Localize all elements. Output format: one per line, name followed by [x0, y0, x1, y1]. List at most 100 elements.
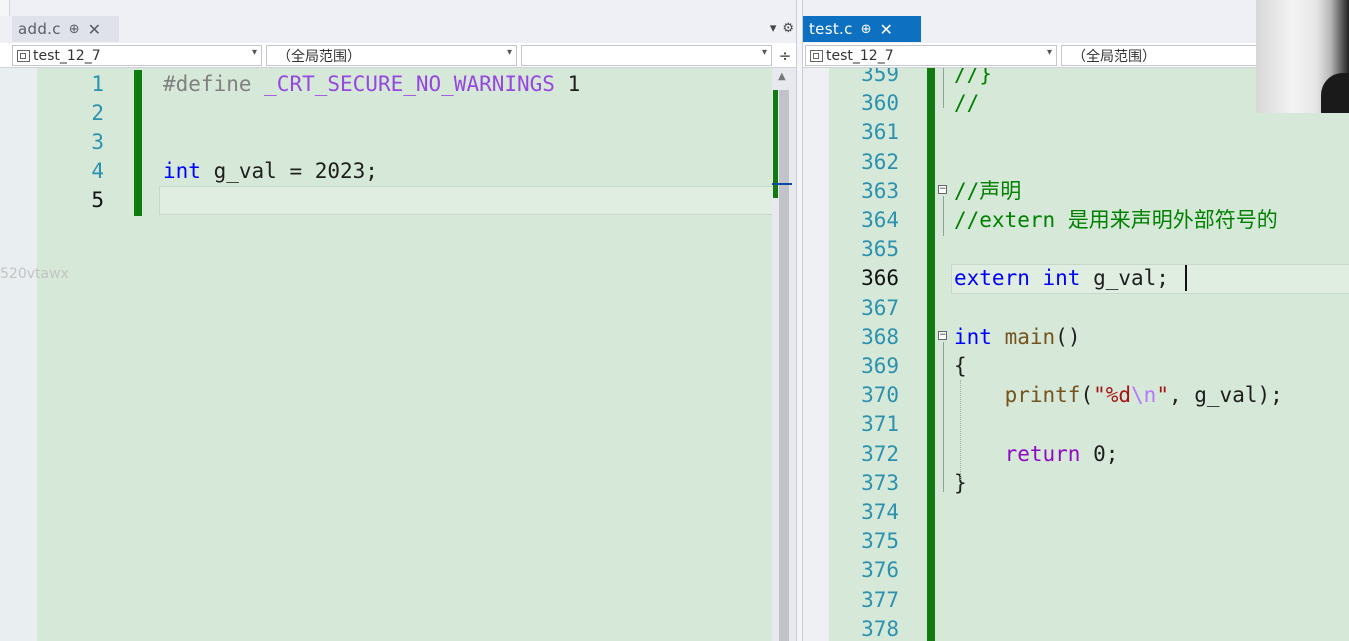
code-token: //: [954, 91, 980, 116]
tab-filename: add.c: [18, 20, 61, 38]
code-line[interactable]: 367: [803, 294, 1349, 323]
code-token: 0;: [1080, 441, 1119, 466]
code-line[interactable]: 4 int g_val = 2023;: [0, 157, 796, 186]
code-line[interactable]: 363 //声明: [803, 177, 1349, 206]
left-code-editor[interactable]: 520vtawx ▲ 1 #define _CRT_SECURE_NO_WARNI…: [0, 68, 796, 641]
code-line[interactable]: 378: [803, 615, 1349, 641]
line-number: 371: [861, 412, 899, 437]
line-number: 374: [861, 500, 899, 524]
code-line[interactable]: 371: [803, 410, 1349, 439]
code-line[interactable]: 366 extern int g_val;: [803, 264, 1349, 293]
project-dropdown[interactable]: test_12_7 ▾: [12, 45, 262, 66]
tab-test-c[interactable]: test.c ⊕ ✕: [803, 16, 921, 42]
scope-dropdown[interactable]: （全局范围） ▾: [266, 45, 517, 66]
code-line[interactable]: 369 {: [803, 352, 1349, 381]
code-token: //}: [954, 68, 992, 86]
member-dropdown[interactable]: ▾: [521, 45, 772, 66]
line-number: 366: [861, 266, 899, 291]
pin-icon[interactable]: ⊕: [861, 22, 872, 37]
line-number: 370: [861, 383, 899, 408]
code-token: _CRT_SECURE_NO_WARNINGS: [264, 72, 555, 96]
close-icon[interactable]: ✕: [880, 20, 893, 39]
code-line[interactable]: 2: [0, 99, 796, 128]
collapse-icon[interactable]: −: [938, 331, 947, 340]
watermark-text: 520vtawx: [0, 266, 69, 282]
line-number: 361: [861, 120, 899, 145]
line-number: 378: [861, 616, 899, 641]
code-text: {: [954, 352, 967, 381]
chevron-down-icon: ▾: [506, 47, 512, 58]
code-line[interactable]: 362: [803, 148, 1349, 177]
fold-guide-line: [943, 68, 945, 108]
line-number: 368: [861, 324, 899, 349]
collapse-icon[interactable]: −: [938, 185, 947, 194]
line-number: 372: [861, 441, 899, 466]
code-line[interactable]: 365: [803, 235, 1349, 264]
code-line[interactable]: 370 printf("%d\n", g_val);: [803, 381, 1349, 410]
code-token: {: [954, 354, 967, 378]
line-number: 376: [861, 558, 899, 583]
code-text: #define _CRT_SECURE_NO_WARNINGS 1: [163, 70, 580, 99]
code-line[interactable]: 361: [803, 118, 1349, 147]
close-icon[interactable]: ✕: [88, 20, 101, 39]
code-token: ": [1156, 383, 1169, 408]
webcam-overlay: [1256, 0, 1349, 113]
code-token: g_val;: [1080, 266, 1169, 291]
right-code-editor[interactable]: 359 //} 360 // 361 362 363 //声明 364 //extern 是用来声…: [803, 68, 1349, 641]
code-line[interactable]: 373}: [803, 469, 1349, 498]
left-tab-bar: add.c ⊕ ✕ ▾ ⚙: [0, 16, 796, 42]
tab-add-c[interactable]: add.c ⊕ ✕: [12, 16, 119, 42]
code-token: g_val = 2023;: [200, 159, 378, 183]
code-text: //声明: [954, 177, 1021, 206]
code-token: //声明: [954, 178, 1022, 203]
code-line[interactable]: 3: [0, 128, 796, 157]
settings-icon[interactable]: ⚙: [782, 21, 794, 36]
line-number: 359: [861, 68, 899, 86]
chevron-down-icon: ▾: [761, 47, 767, 58]
scope-dropdown-label: （全局范围）: [277, 48, 361, 65]
tab-controls: ▾ ⚙: [770, 21, 794, 36]
fold-guide-line: [943, 196, 945, 236]
code-text: extern int g_val;: [954, 264, 1169, 293]
code-text: //}: [954, 68, 992, 89]
change-tracking-bar: [927, 68, 935, 641]
tab-filename: test.c: [809, 20, 853, 38]
code-token: "%d: [1093, 383, 1132, 408]
tab-dropdown-icon[interactable]: ▾: [770, 21, 777, 36]
project-dropdown-label: test_12_7: [826, 47, 894, 64]
project-dropdown[interactable]: test_12_7 ▾: [805, 45, 1057, 66]
code-text: //extern 是用来声明外部符号的: [954, 206, 1278, 235]
code-line[interactable]: 372 return 0;: [803, 440, 1349, 469]
line-number: 362: [861, 149, 899, 174]
code-line[interactable]: 375: [803, 527, 1349, 556]
code-token: int: [954, 324, 992, 349]
chevron-down-icon: ▾: [1046, 47, 1052, 58]
code-text: int g_val = 2023;: [163, 157, 378, 186]
project-dropdown-label: test_12_7: [33, 47, 101, 64]
code-line[interactable]: 5: [0, 186, 796, 215]
code-line[interactable]: 374: [803, 498, 1349, 527]
pane-splitter[interactable]: [796, 0, 803, 641]
line-number: 2: [91, 101, 104, 125]
code-line[interactable]: 376: [803, 556, 1349, 585]
code-token: return: [1004, 441, 1081, 466]
code-line[interactable]: 377: [803, 586, 1349, 615]
code-token: extern: [954, 266, 1030, 291]
code-line[interactable]: 364 //extern 是用来声明外部符号的: [803, 206, 1349, 235]
scope-dropdown-label: （全局范围）: [1072, 48, 1156, 65]
code-text: printf("%d\n", g_val);: [954, 381, 1283, 410]
pin-icon[interactable]: ⊕: [69, 22, 80, 37]
code-line[interactable]: 1 #define _CRT_SECURE_NO_WARNINGS 1: [0, 70, 796, 99]
split-window-button[interactable]: ÷: [776, 45, 794, 66]
line-number: 367: [861, 295, 899, 320]
line-number: 3: [91, 130, 104, 154]
line-number: 1: [91, 72, 104, 96]
code-text: return 0;: [954, 440, 1119, 469]
line-number: 365: [861, 237, 899, 262]
line-number: 4: [91, 159, 104, 183]
left-navigation-bar: test_12_7 ▾ （全局范围） ▾ ▾ ÷: [0, 43, 796, 68]
code-line[interactable]: 368 int main(): [803, 323, 1349, 352]
line-number: 369: [861, 354, 899, 378]
